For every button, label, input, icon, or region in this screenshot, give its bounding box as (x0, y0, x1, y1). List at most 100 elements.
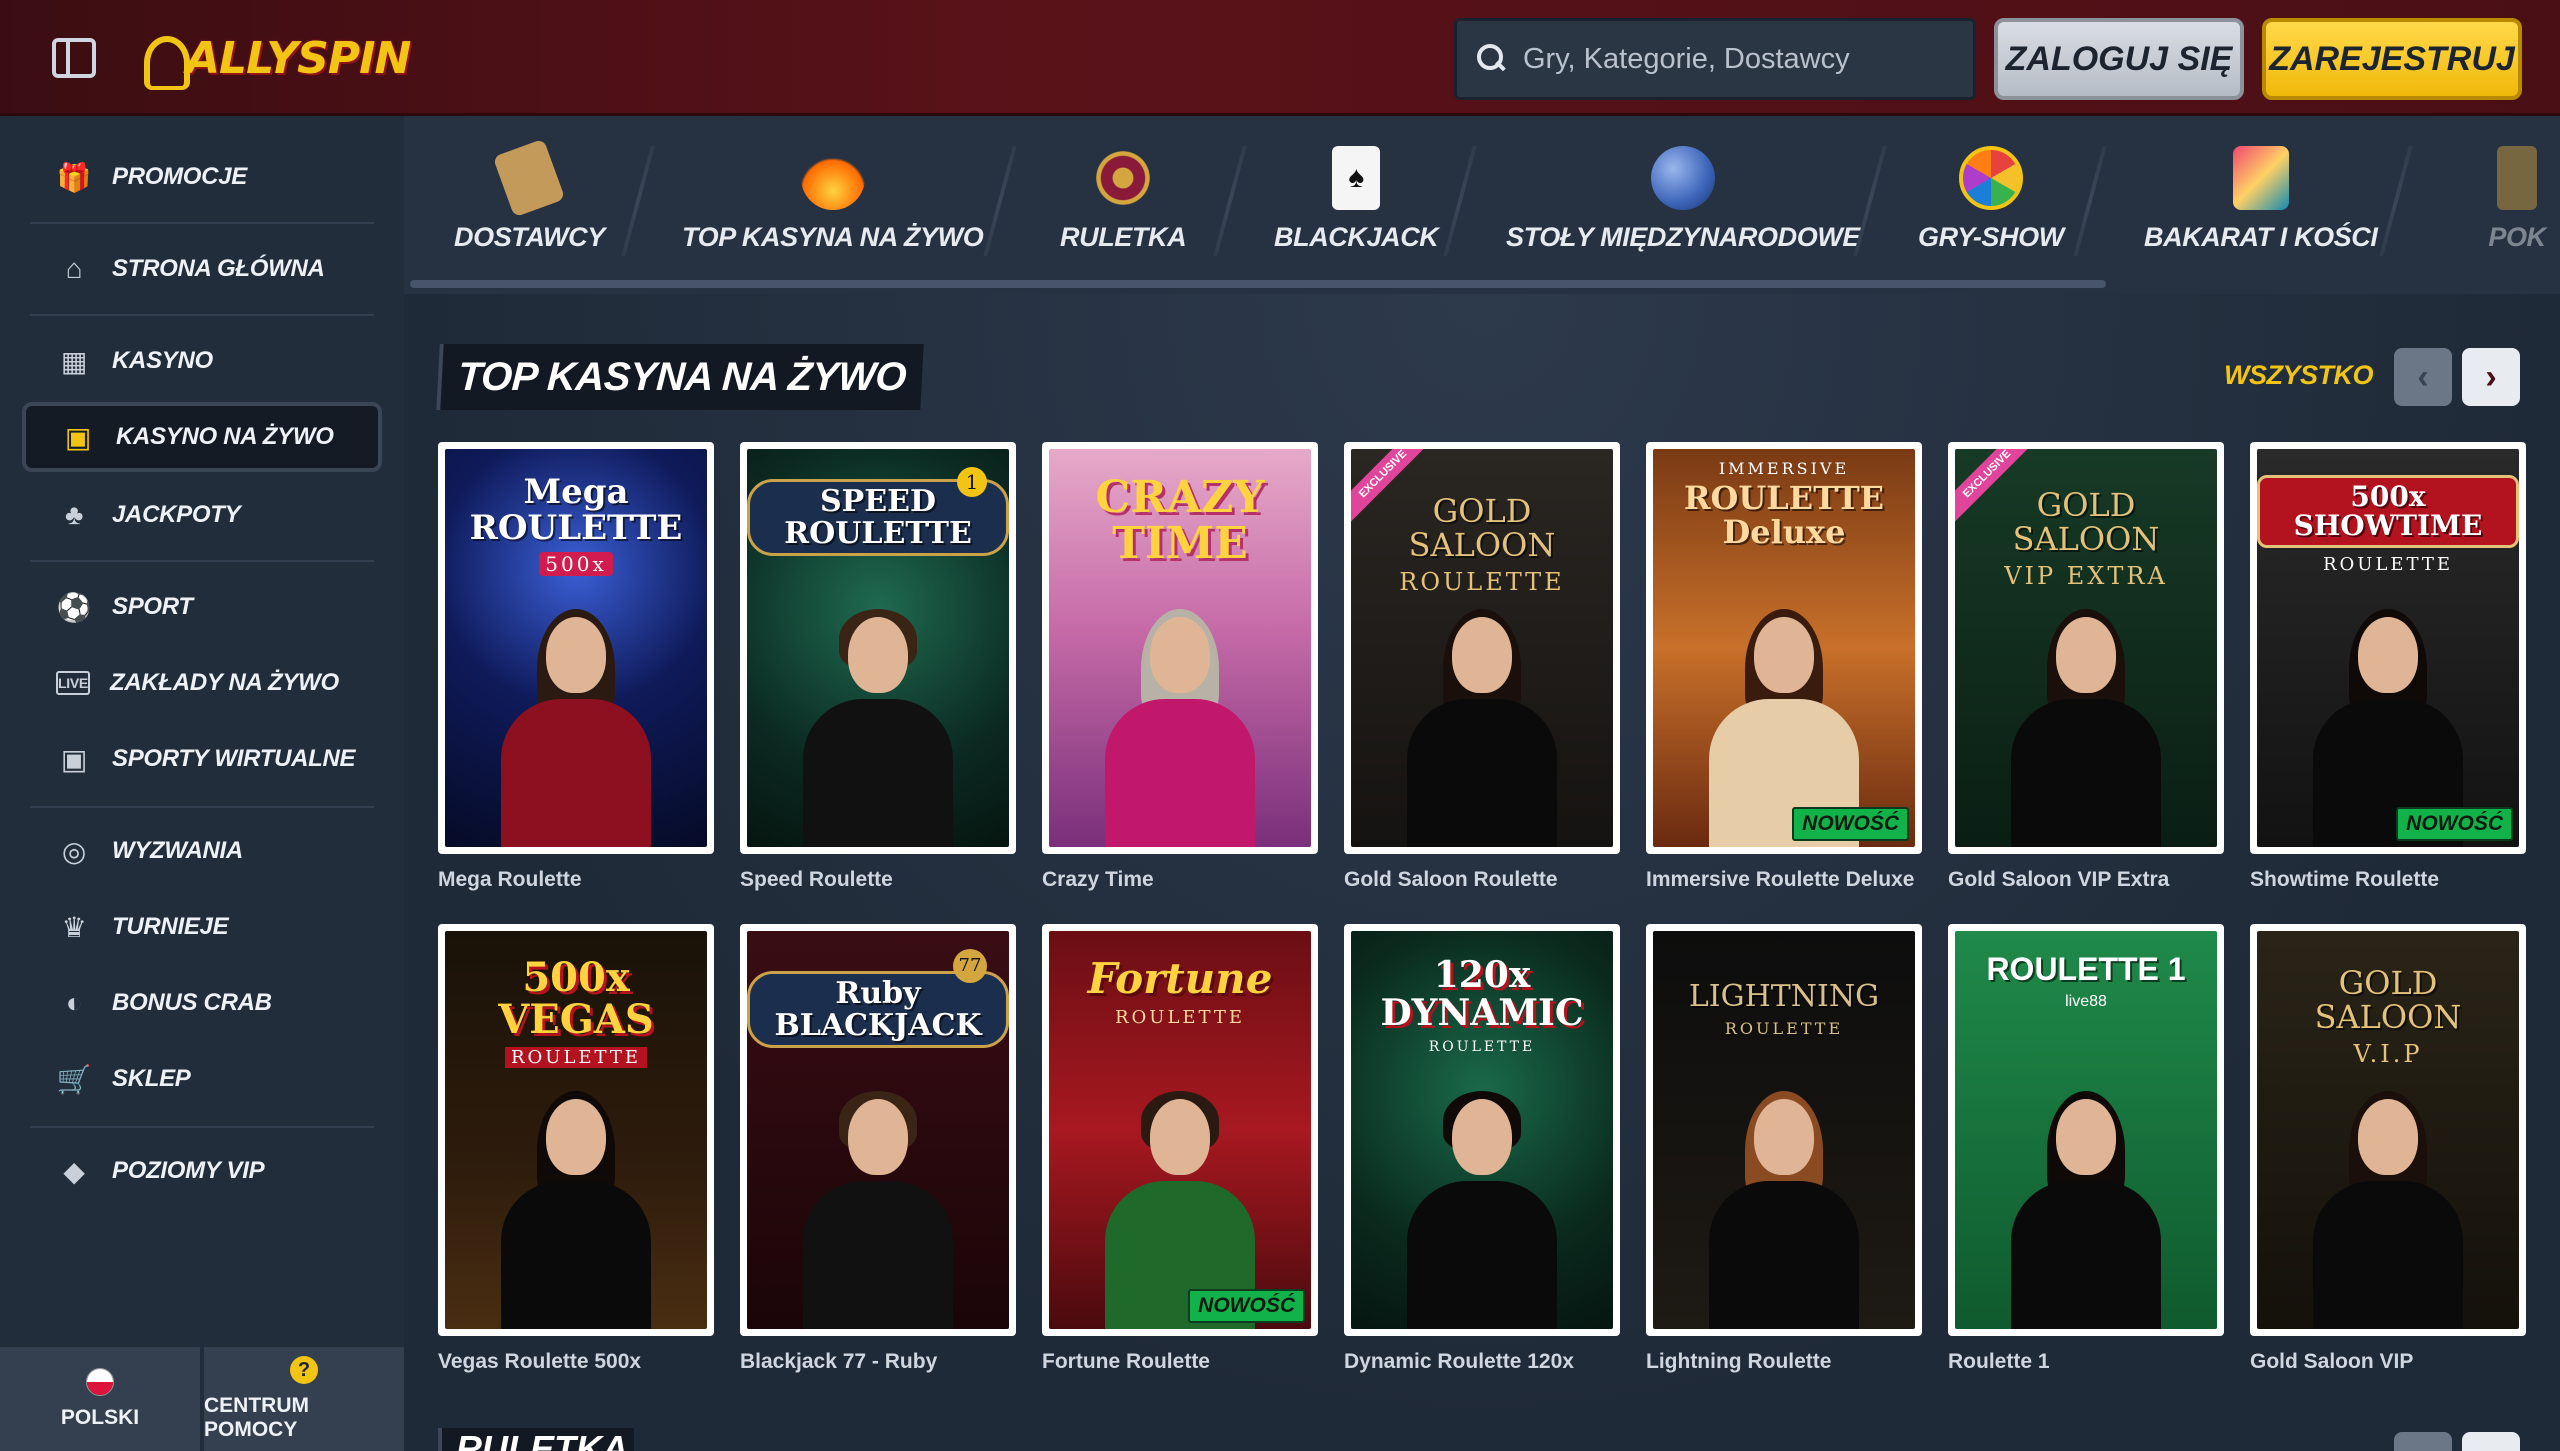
game-name[interactable]: Speed Roulette (740, 868, 1016, 892)
category-providers[interactable]: DOSTAWCY (454, 138, 605, 276)
category-game-shows[interactable]: GRY-SHOW (1918, 146, 2064, 276)
game-thumbnail[interactable]: 500x SHOWTIME ROULETTE NOWOŚĆ (2257, 449, 2519, 847)
game-card[interactable]: GOLD SALOON V.I.P Gold Saloon VIP (2250, 924, 2526, 1374)
sidebar-item-bonus-crab[interactable]: ◐ BONUS CRAB (22, 968, 382, 1038)
category-roulette[interactable]: RULETKA (1060, 146, 1187, 276)
game-card[interactable]: 500x VEGAS ROULETTE Vegas Roulette 500x (438, 924, 714, 1374)
sidebar-item-jackpoty[interactable]: ♣ JACKPOTY (22, 480, 382, 550)
game-card[interactable]: Ruby BLACKJACK 77 Blackjack 77 - Ruby (740, 924, 1016, 1374)
game-thumbnail[interactable]: GOLD SALOON V.I.P (2257, 931, 2519, 1329)
carousel-next-button[interactable]: › (2462, 348, 2520, 406)
carousel-prev-button[interactable]: ‹ (2394, 348, 2452, 406)
next-section-title: RULETKA (438, 1428, 634, 1451)
game-name[interactable]: Blackjack 77 - Ruby (740, 1350, 1016, 1374)
game-thumbnail[interactable]: CRAZY TIME (1049, 449, 1311, 847)
cards-icon: ♠ (1332, 146, 1381, 210)
language-button[interactable]: POLSKI (0, 1347, 200, 1451)
game-card[interactable]: Mega ROULETTE 500x Mega Roulette (438, 442, 714, 892)
game-thumbnail[interactable]: EXCLUSIVE GOLD SALOON VIP EXTRA (1955, 449, 2217, 847)
game-thumbnail[interactable]: Mega ROULETTE 500x (445, 449, 707, 847)
sidebar-item-live-casino[interactable]: ▣ KASYNO NA ŻYWO (22, 402, 382, 472)
game-name[interactable]: Vegas Roulette 500x (438, 1350, 714, 1374)
sidebar-item-kasyno[interactable]: ▦ KASYNO (22, 326, 382, 396)
game-thumbnail[interactable]: EXCLUSIVE GOLD SALOON ROULETTE (1351, 449, 1613, 847)
sidebar-item-label: PROMOCJE (112, 163, 247, 190)
game-name[interactable]: Mega Roulette (438, 868, 714, 892)
game-card[interactable]: EXCLUSIVE GOLD SALOON ROULETTE Gold Salo… (1344, 442, 1620, 892)
game-thumbnail[interactable]: LIGHTNING ROULETTE (1653, 931, 1915, 1329)
game-name[interactable]: Gold Saloon VIP (2250, 1350, 2526, 1374)
sidebar-item-sklep[interactable]: 🛒 SKLEP (22, 1044, 382, 1114)
clover-icon: ♣ (64, 499, 84, 530)
dealer-figure (1105, 609, 1255, 847)
game-name[interactable]: Crazy Time (1042, 868, 1318, 892)
next-carousel-next-button[interactable] (2462, 1432, 2520, 1451)
logo-mark-icon (140, 32, 190, 90)
game-thumbnail[interactable]: SPEED ROULETTE 1 (747, 449, 1009, 847)
language-label: POLSKI (60, 1406, 140, 1429)
game-card[interactable]: 120x DYNAMIC ROULETTE Dynamic Roulette 1… (1344, 924, 1620, 1374)
category-scrollbar[interactable] (410, 280, 2106, 288)
game-card[interactable]: SPEED ROULETTE 1 Speed Roulette (740, 442, 1016, 892)
next-carousel-prev-button[interactable] (2394, 1432, 2452, 1451)
game-card[interactable]: 500x SHOWTIME ROULETTE NOWOŚĆ Showtime R… (2250, 442, 2526, 892)
game-art-title: ROULETTE Deluxe (1683, 479, 1885, 551)
sidebar-item-virtual-sports[interactable]: ▣ SPORTY WIRTUALNE (22, 724, 382, 794)
sidebar-item-label: WYZWANIA (112, 837, 243, 864)
game-name[interactable]: Fortune Roulette (1042, 1350, 1318, 1374)
game-card[interactable]: ROULETTE 1 live88 Roulette 1 (1948, 924, 2224, 1374)
new-badge: NOWOŚĆ (1792, 807, 1909, 841)
sidebar-item-vip[interactable]: ◆ POZIOMY VIP (22, 1136, 382, 1206)
sidebar-item-sport[interactable]: ⚽ SPORT (22, 572, 382, 642)
game-card[interactable]: LIGHTNING ROULETTE Lightning Roulette (1646, 924, 1922, 1374)
game-art-title: 120x DYNAMIC (1380, 954, 1584, 1034)
sidebar-item-live-bets[interactable]: LIVE ZAKŁADY NA ŻYWO (22, 648, 382, 718)
game-name[interactable]: Gold Saloon Roulette (1344, 868, 1620, 892)
game-card[interactable]: CRAZY TIME Crazy Time (1042, 442, 1318, 892)
game-thumbnail[interactable]: Ruby BLACKJACK 77 (747, 931, 1009, 1329)
game-thumbnail[interactable]: 500x VEGAS ROULETTE (445, 931, 707, 1329)
logo[interactable]: ALLYSPIN (140, 26, 411, 90)
see-all-link[interactable]: WSZYSTKO (2224, 360, 2374, 391)
category-international[interactable]: STOŁY MIĘDZYNARODOWE (1506, 146, 1860, 276)
category-blackjack[interactable]: ♠ BLACKJACK (1274, 146, 1439, 276)
game-name[interactable]: Immersive Roulette Deluxe (1646, 868, 1922, 892)
game-thumbnail[interactable]: IMMERSIVE ROULETTE Deluxe NOWOŚĆ (1653, 449, 1915, 847)
category-divider (2379, 146, 2413, 256)
game-thumbnail[interactable]: Fortune ROULETTE NOWOŚĆ (1049, 931, 1311, 1329)
game-name[interactable]: Lightning Roulette (1646, 1350, 1922, 1374)
dealer-figure (1407, 1091, 1557, 1329)
game-art-subtitle: 500x (539, 552, 613, 577)
top-header: ALLYSPIN ZALOGUJ SIĘ ZAREJESTRUJ (0, 0, 2560, 116)
sidebar-toggle-icon[interactable] (52, 38, 96, 78)
category-top-live[interactable]: TOP KASYNA NA ŻYWO (682, 146, 984, 276)
game-name[interactable]: Roulette 1 (1948, 1350, 2224, 1374)
dealer-figure (2011, 609, 2161, 847)
search-box[interactable] (1454, 18, 1976, 100)
medal-icon: ◎ (61, 835, 87, 867)
register-button[interactable]: ZAREJESTRUJ (2262, 18, 2522, 100)
game-thumbnail[interactable]: 120x DYNAMIC ROULETTE (1351, 931, 1613, 1329)
game-card[interactable]: IMMERSIVE ROULETTE Deluxe NOWOŚĆ Immersi… (1646, 442, 1922, 892)
help-label: CENTRUM POMOCY (204, 1394, 309, 1441)
login-button[interactable]: ZALOGUJ SIĘ (1994, 18, 2244, 100)
category-baccarat-dice[interactable]: BAKARAT I KOŚCI (2144, 146, 2378, 276)
game-name[interactable]: Gold Saloon VIP Extra (1948, 868, 2224, 892)
dealer-figure (2011, 1091, 2161, 1329)
sidebar-item-wyzwania[interactable]: ◎ WYZWANIA (22, 816, 382, 886)
sidebar-item-turnieje[interactable]: ♛ TURNIEJE (22, 892, 382, 962)
search-input[interactable] (1523, 42, 1963, 76)
category-label: TOP KASYNA NA ŻYWO (682, 222, 984, 252)
sidebar-item-home[interactable]: ⌂ STRONA GŁÓWNA (22, 234, 382, 304)
game-art-title: Fortune (1087, 954, 1273, 1003)
help-center-button[interactable]: ? CENTRUM POMOCY (204, 1347, 404, 1451)
game-name[interactable]: Dynamic Roulette 120x (1344, 1350, 1620, 1374)
category-divider (1443, 146, 1477, 256)
game-card[interactable]: Fortune ROULETTE NOWOŚĆ Fortune Roulette (1042, 924, 1318, 1374)
category-poker[interactable]: POK (2474, 146, 2560, 276)
game-name[interactable]: Showtime Roulette (2250, 868, 2526, 892)
category-strip: DOSTAWCY TOP KASYNA NA ŻYWO RULETKA ♠ BL… (404, 116, 2560, 294)
game-thumbnail[interactable]: ROULETTE 1 live88 (1955, 931, 2217, 1329)
game-card[interactable]: EXCLUSIVE GOLD SALOON VIP EXTRA Gold Sal… (1948, 442, 2224, 892)
sidebar-item-promocje[interactable]: 🎁 PROMOCJE (22, 142, 382, 212)
